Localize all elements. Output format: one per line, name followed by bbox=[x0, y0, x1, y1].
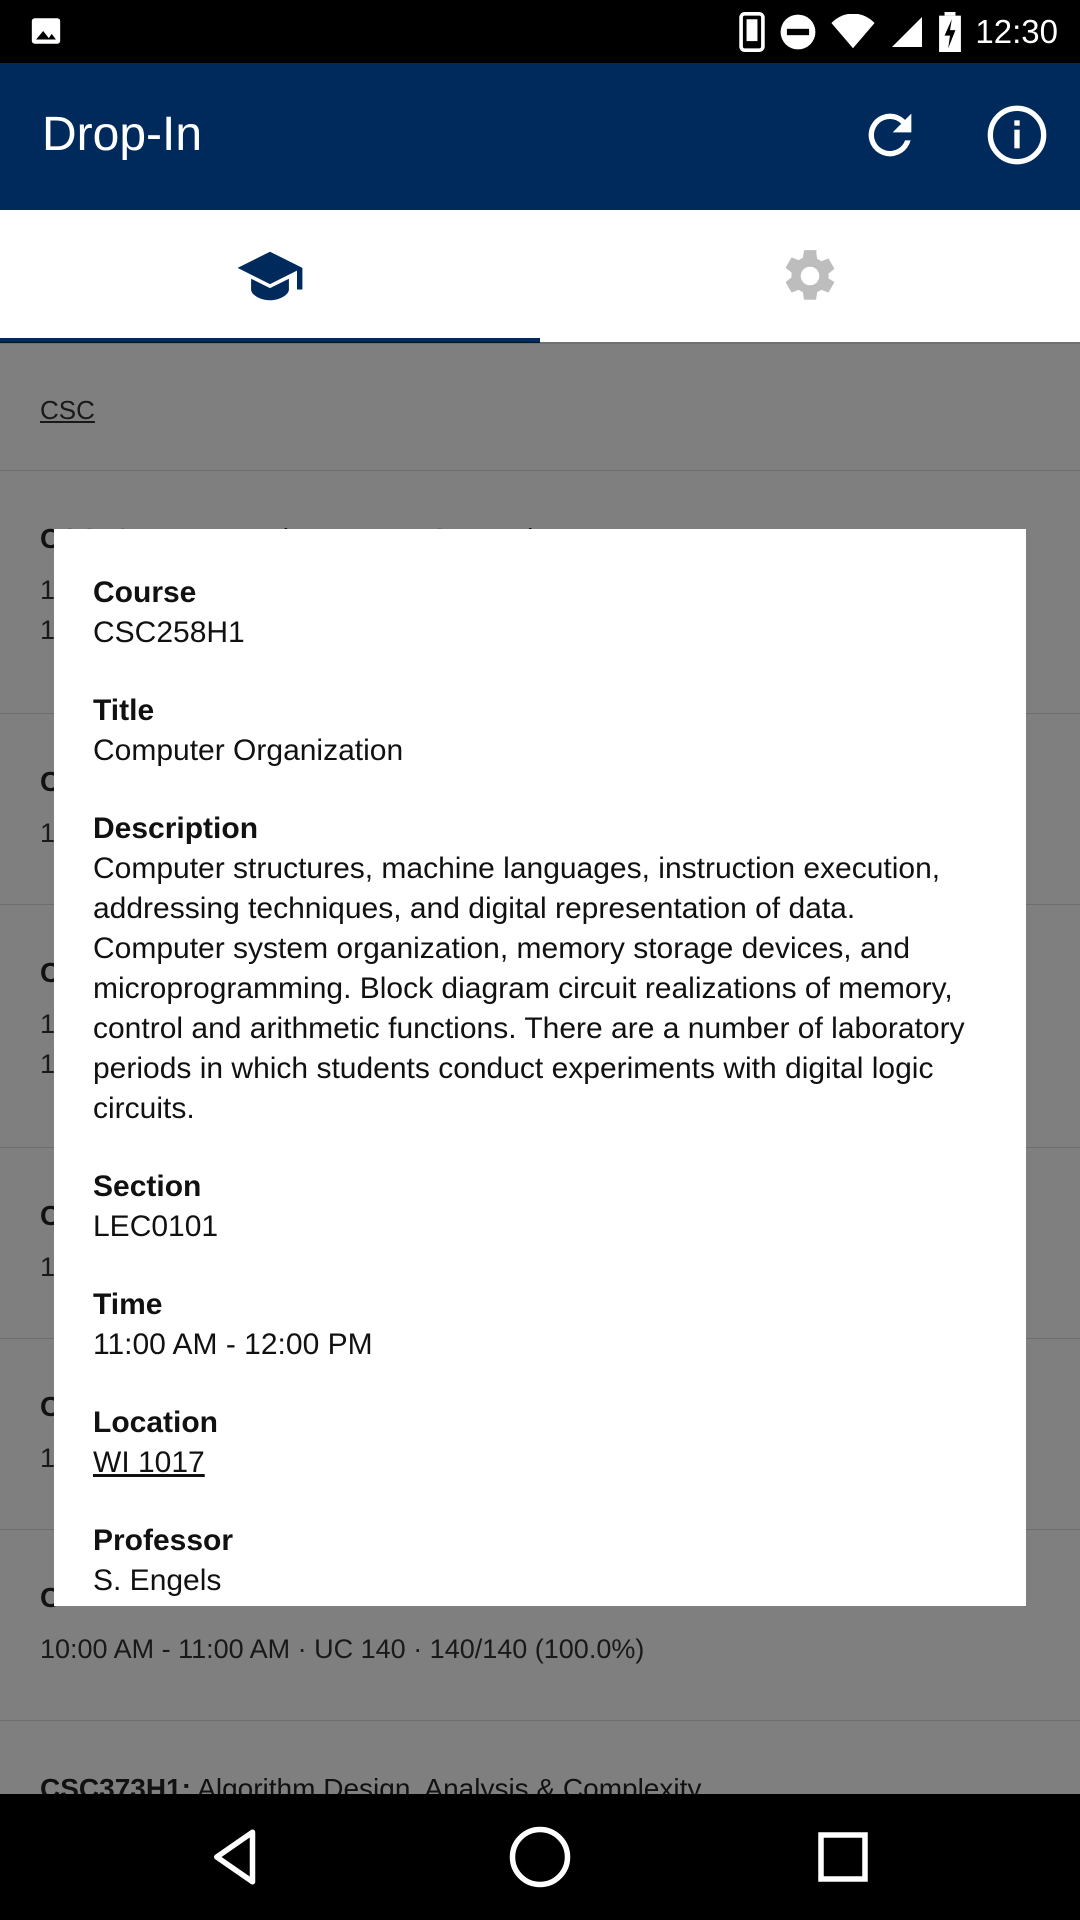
tab-settings[interactable] bbox=[540, 210, 1080, 342]
phone-icon bbox=[739, 11, 766, 52]
info-button[interactable] bbox=[985, 103, 1049, 167]
image-icon bbox=[31, 18, 61, 44]
time-value: 11:00 AM - 12:00 PM bbox=[93, 1328, 373, 1361]
back-button[interactable] bbox=[203, 1824, 269, 1890]
title-label: Title bbox=[93, 694, 155, 727]
location-label: Location bbox=[93, 1406, 218, 1439]
course-detail-dialog: Course CSC258H1 Title Computer Organizat… bbox=[54, 529, 1026, 1606]
professor-value: S. Engels bbox=[93, 1564, 222, 1597]
recents-icon bbox=[818, 1832, 868, 1882]
section-value: LEC0101 bbox=[93, 1210, 219, 1243]
recents-button[interactable] bbox=[810, 1824, 876, 1890]
do-not-disturb-icon bbox=[780, 14, 816, 49]
professor-label: Professor bbox=[93, 1524, 234, 1557]
home-icon bbox=[509, 1826, 571, 1888]
home-button[interactable] bbox=[507, 1824, 573, 1890]
description-value: Computer structures, machine languages, … bbox=[93, 852, 965, 1125]
title-value: Computer Organization bbox=[93, 734, 404, 767]
description-label: Description bbox=[93, 812, 259, 845]
info-icon bbox=[987, 105, 1047, 165]
navigation-bar bbox=[0, 1794, 1080, 1920]
refresh-icon bbox=[868, 113, 912, 157]
back-icon bbox=[214, 1829, 256, 1885]
time-label: Time bbox=[93, 1288, 163, 1321]
tab-bar bbox=[0, 210, 1080, 344]
course-label: Course bbox=[93, 576, 197, 609]
app-title: Drop-In bbox=[42, 108, 203, 161]
clock: 12:30 bbox=[975, 12, 1058, 50]
battery-charging-icon bbox=[939, 11, 962, 52]
section-label: Section bbox=[93, 1170, 202, 1203]
wifi-icon bbox=[831, 13, 876, 48]
gear-icon bbox=[785, 250, 835, 300]
course-value: CSC258H1 bbox=[93, 616, 245, 649]
refresh-button[interactable] bbox=[858, 103, 922, 167]
app-bar: Drop-In bbox=[0, 63, 1080, 210]
location-link[interactable]: WI 1017 bbox=[93, 1443, 993, 1483]
status-bar: 12:30 bbox=[0, 0, 1080, 63]
tab-courses[interactable] bbox=[0, 210, 540, 342]
signal-icon bbox=[892, 16, 923, 47]
graduation-cap-icon bbox=[237, 251, 303, 301]
